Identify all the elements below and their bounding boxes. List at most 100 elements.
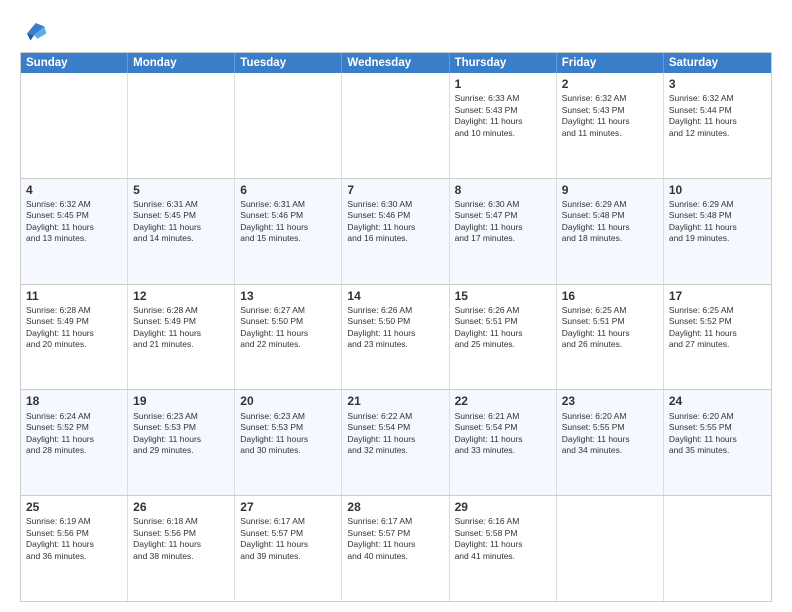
- cell-info: Sunrise: 6:26 AMSunset: 5:51 PMDaylight:…: [455, 305, 551, 351]
- cell-info: Sunrise: 6:28 AMSunset: 5:49 PMDaylight:…: [133, 305, 229, 351]
- calendar-cell: [21, 73, 128, 178]
- day-number: 15: [455, 288, 551, 304]
- weekday-header-sunday: Sunday: [21, 53, 128, 73]
- calendar-cell: 23Sunrise: 6:20 AMSunset: 5:55 PMDayligh…: [557, 390, 664, 495]
- calendar-header: SundayMondayTuesdayWednesdayThursdayFrid…: [21, 53, 771, 73]
- calendar-cell: 3Sunrise: 6:32 AMSunset: 5:44 PMDaylight…: [664, 73, 771, 178]
- calendar-row-4: 18 Sunrise: 6:24 AMSunset: 5:52 PMDayligh…: [21, 389, 771, 495]
- cell-info: Sunrise: 6:32 AMSunset: 5:43 PMDaylight:…: [562, 93, 658, 139]
- day-number: 2: [562, 76, 658, 92]
- calendar-cell: [664, 496, 771, 601]
- day-number: 18: [26, 393, 122, 409]
- day-number: 14: [347, 288, 443, 304]
- day-number: 17: [669, 288, 766, 304]
- calendar-cell: 8Sunrise: 6:30 AMSunset: 5:47 PMDaylight…: [450, 179, 557, 284]
- weekday-header-thursday: Thursday: [450, 53, 557, 73]
- day-number: 24: [669, 393, 766, 409]
- calendar-cell: 4Sunrise: 6:32 AMSunset: 5:45 PMDaylight…: [21, 179, 128, 284]
- calendar-cell: 17Sunrise: 6:25 AMSunset: 5:52 PMDayligh…: [664, 285, 771, 390]
- calendar-cell: 26Sunrise: 6:18 AMSunset: 5:56 PMDayligh…: [128, 496, 235, 601]
- calendar-cell: 28Sunrise: 6:17 AMSunset: 5:57 PMDayligh…: [342, 496, 449, 601]
- calendar-cell: 10Sunrise: 6:29 AMSunset: 5:48 PMDayligh…: [664, 179, 771, 284]
- weekday-header-tuesday: Tuesday: [235, 53, 342, 73]
- calendar-cell: 6Sunrise: 6:31 AMSunset: 5:46 PMDaylight…: [235, 179, 342, 284]
- calendar-cell: 9Sunrise: 6:29 AMSunset: 5:48 PMDaylight…: [557, 179, 664, 284]
- day-number: 26: [133, 499, 229, 515]
- calendar-cell: [235, 73, 342, 178]
- cell-info: Sunrise: 6:29 AMSunset: 5:48 PMDaylight:…: [562, 199, 658, 245]
- logo: [20, 16, 52, 44]
- day-number: 8: [455, 182, 551, 198]
- cell-info: Sunrise: 6:32 AMSunset: 5:44 PMDaylight:…: [669, 93, 766, 139]
- day-number: 19: [133, 393, 229, 409]
- weekday-header-monday: Monday: [128, 53, 235, 73]
- calendar-cell: 25Sunrise: 6:19 AMSunset: 5:56 PMDayligh…: [21, 496, 128, 601]
- cell-info: Sunrise: 6:17 AMSunset: 5:57 PMDaylight:…: [240, 516, 336, 562]
- calendar-cell: 19 Sunrise: 6:23 AMSunset: 5:53 PMDayligh…: [128, 390, 235, 495]
- weekday-header-saturday: Saturday: [664, 53, 771, 73]
- day-number: 10: [669, 182, 766, 198]
- cell-info: Sunrise: 6:17 AMSunset: 5:57 PMDaylight:…: [347, 516, 443, 562]
- calendar-row-3: 11Sunrise: 6:28 AMSunset: 5:49 PMDayligh…: [21, 284, 771, 390]
- day-number: 1: [455, 76, 551, 92]
- cell-info: Sunrise: 6:33 AMSunset: 5:43 PMDaylight:…: [455, 93, 551, 139]
- day-number: 21: [347, 393, 443, 409]
- cell-info: Sunrise: 6:21 AMSunset: 5:54 PMDaylight:…: [455, 411, 551, 457]
- cell-info: Sunrise: 6:23 AMSunset: 5:53 PMDaylight:…: [240, 411, 336, 457]
- cell-info: Sunrise: 6:28 AMSunset: 5:49 PMDaylight:…: [26, 305, 122, 351]
- cell-info: Sunrise: 6:24 AMSunset: 5:52 PMDaylight:…: [26, 411, 122, 457]
- cell-info: Sunrise: 6:20 AMSunset: 5:55 PMDaylight:…: [562, 411, 658, 457]
- calendar-cell: 2Sunrise: 6:32 AMSunset: 5:43 PMDaylight…: [557, 73, 664, 178]
- calendar-cell: 16Sunrise: 6:25 AMSunset: 5:51 PMDayligh…: [557, 285, 664, 390]
- day-number: 9: [562, 182, 658, 198]
- calendar-cell: 21Sunrise: 6:22 AMSunset: 5:54 PMDayligh…: [342, 390, 449, 495]
- calendar-cell: 14Sunrise: 6:26 AMSunset: 5:50 PMDayligh…: [342, 285, 449, 390]
- weekday-header-wednesday: Wednesday: [342, 53, 449, 73]
- cell-info: Sunrise: 6:29 AMSunset: 5:48 PMDaylight:…: [669, 199, 766, 245]
- calendar: SundayMondayTuesdayWednesdayThursdayFrid…: [20, 52, 772, 602]
- day-number: 11: [26, 288, 122, 304]
- day-number: 22: [455, 393, 551, 409]
- day-number: 13: [240, 288, 336, 304]
- day-number: 28: [347, 499, 443, 515]
- day-number: 25: [26, 499, 122, 515]
- calendar-cell: 1Sunrise: 6:33 AMSunset: 5:43 PMDaylight…: [450, 73, 557, 178]
- cell-info: Sunrise: 6:23 AMSunset: 5:53 PMDaylight:…: [133, 411, 229, 457]
- header: [20, 16, 772, 44]
- day-number: 4: [26, 182, 122, 198]
- cell-info: Sunrise: 6:30 AMSunset: 5:46 PMDaylight:…: [347, 199, 443, 245]
- cell-info: Sunrise: 6:18 AMSunset: 5:56 PMDaylight:…: [133, 516, 229, 562]
- calendar-cell: 27Sunrise: 6:17 AMSunset: 5:57 PMDayligh…: [235, 496, 342, 601]
- calendar-cell: 22 Sunrise: 6:21 AMSunset: 5:54 PMDayligh…: [450, 390, 557, 495]
- calendar-cell: 15Sunrise: 6:26 AMSunset: 5:51 PMDayligh…: [450, 285, 557, 390]
- calendar-cell: 12Sunrise: 6:28 AMSunset: 5:49 PMDayligh…: [128, 285, 235, 390]
- day-number: 7: [347, 182, 443, 198]
- cell-info: Sunrise: 6:16 AMSunset: 5:58 PMDaylight:…: [455, 516, 551, 562]
- calendar-cell: [342, 73, 449, 178]
- day-number: 3: [669, 76, 766, 92]
- day-number: 20: [240, 393, 336, 409]
- calendar-cell: [557, 496, 664, 601]
- calendar-cell: 11Sunrise: 6:28 AMSunset: 5:49 PMDayligh…: [21, 285, 128, 390]
- day-number: 29: [455, 499, 551, 515]
- calendar-row-5: 25Sunrise: 6:19 AMSunset: 5:56 PMDayligh…: [21, 495, 771, 601]
- calendar-row-2: 4Sunrise: 6:32 AMSunset: 5:45 PMDaylight…: [21, 178, 771, 284]
- page: SundayMondayTuesdayWednesdayThursdayFrid…: [0, 0, 792, 612]
- day-number: 16: [562, 288, 658, 304]
- cell-info: Sunrise: 6:30 AMSunset: 5:47 PMDaylight:…: [455, 199, 551, 245]
- cell-info: Sunrise: 6:25 AMSunset: 5:52 PMDaylight:…: [669, 305, 766, 351]
- day-number: 27: [240, 499, 336, 515]
- calendar-cell: [128, 73, 235, 178]
- cell-info: Sunrise: 6:19 AMSunset: 5:56 PMDaylight:…: [26, 516, 122, 562]
- cell-info: Sunrise: 6:26 AMSunset: 5:50 PMDaylight:…: [347, 305, 443, 351]
- cell-info: Sunrise: 6:20 AMSunset: 5:55 PMDaylight:…: [669, 411, 766, 457]
- calendar-cell: 7Sunrise: 6:30 AMSunset: 5:46 PMDaylight…: [342, 179, 449, 284]
- cell-info: Sunrise: 6:31 AMSunset: 5:45 PMDaylight:…: [133, 199, 229, 245]
- weekday-header-friday: Friday: [557, 53, 664, 73]
- cell-info: Sunrise: 6:25 AMSunset: 5:51 PMDaylight:…: [562, 305, 658, 351]
- logo-icon: [20, 16, 48, 44]
- cell-info: Sunrise: 6:32 AMSunset: 5:45 PMDaylight:…: [26, 199, 122, 245]
- calendar-cell: 24 Sunrise: 6:20 AMSunset: 5:55 PMDayligh…: [664, 390, 771, 495]
- calendar-cell: 18 Sunrise: 6:24 AMSunset: 5:52 PMDayligh…: [21, 390, 128, 495]
- calendar-cell: 13Sunrise: 6:27 AMSunset: 5:50 PMDayligh…: [235, 285, 342, 390]
